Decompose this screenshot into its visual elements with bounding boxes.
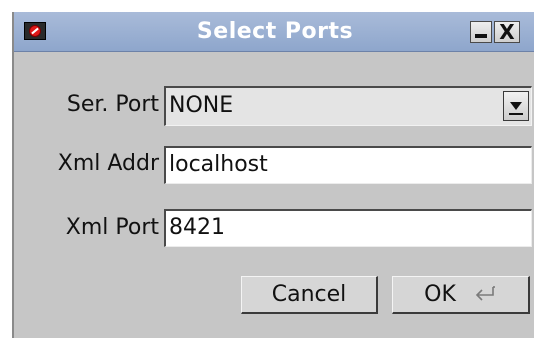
ok-button[interactable]: OK xyxy=(392,276,530,314)
serial-port-label: Ser. Port xyxy=(66,92,159,117)
cancel-button[interactable]: Cancel xyxy=(241,276,378,314)
minimize-button[interactable] xyxy=(470,21,492,43)
select-ports-dialog: Select Ports X Ser. Port NONE Xml Addr l… xyxy=(12,12,534,338)
enter-key-icon xyxy=(475,286,495,301)
serial-port-select[interactable]: NONE xyxy=(164,86,532,126)
chevron-down-icon xyxy=(510,102,522,110)
close-button[interactable]: X xyxy=(494,20,520,44)
xml-port-label: Xml Port xyxy=(65,215,159,240)
dropdown-button[interactable] xyxy=(503,91,529,121)
xml-port-input[interactable]: 8421 xyxy=(164,209,532,247)
minimize-icon xyxy=(475,34,487,38)
dropdown-underline xyxy=(509,113,523,115)
xml-addr-input[interactable]: localhost xyxy=(164,146,532,184)
titlebar[interactable]: Select Ports X xyxy=(14,12,534,52)
xml-addr-label: Xml Addr xyxy=(57,151,159,176)
window-title: Select Ports xyxy=(196,19,354,44)
serial-port-value: NONE xyxy=(169,93,234,118)
cancel-button-label: Cancel xyxy=(271,282,347,307)
ok-button-label: OK xyxy=(424,282,456,307)
close-icon: X xyxy=(499,20,515,44)
